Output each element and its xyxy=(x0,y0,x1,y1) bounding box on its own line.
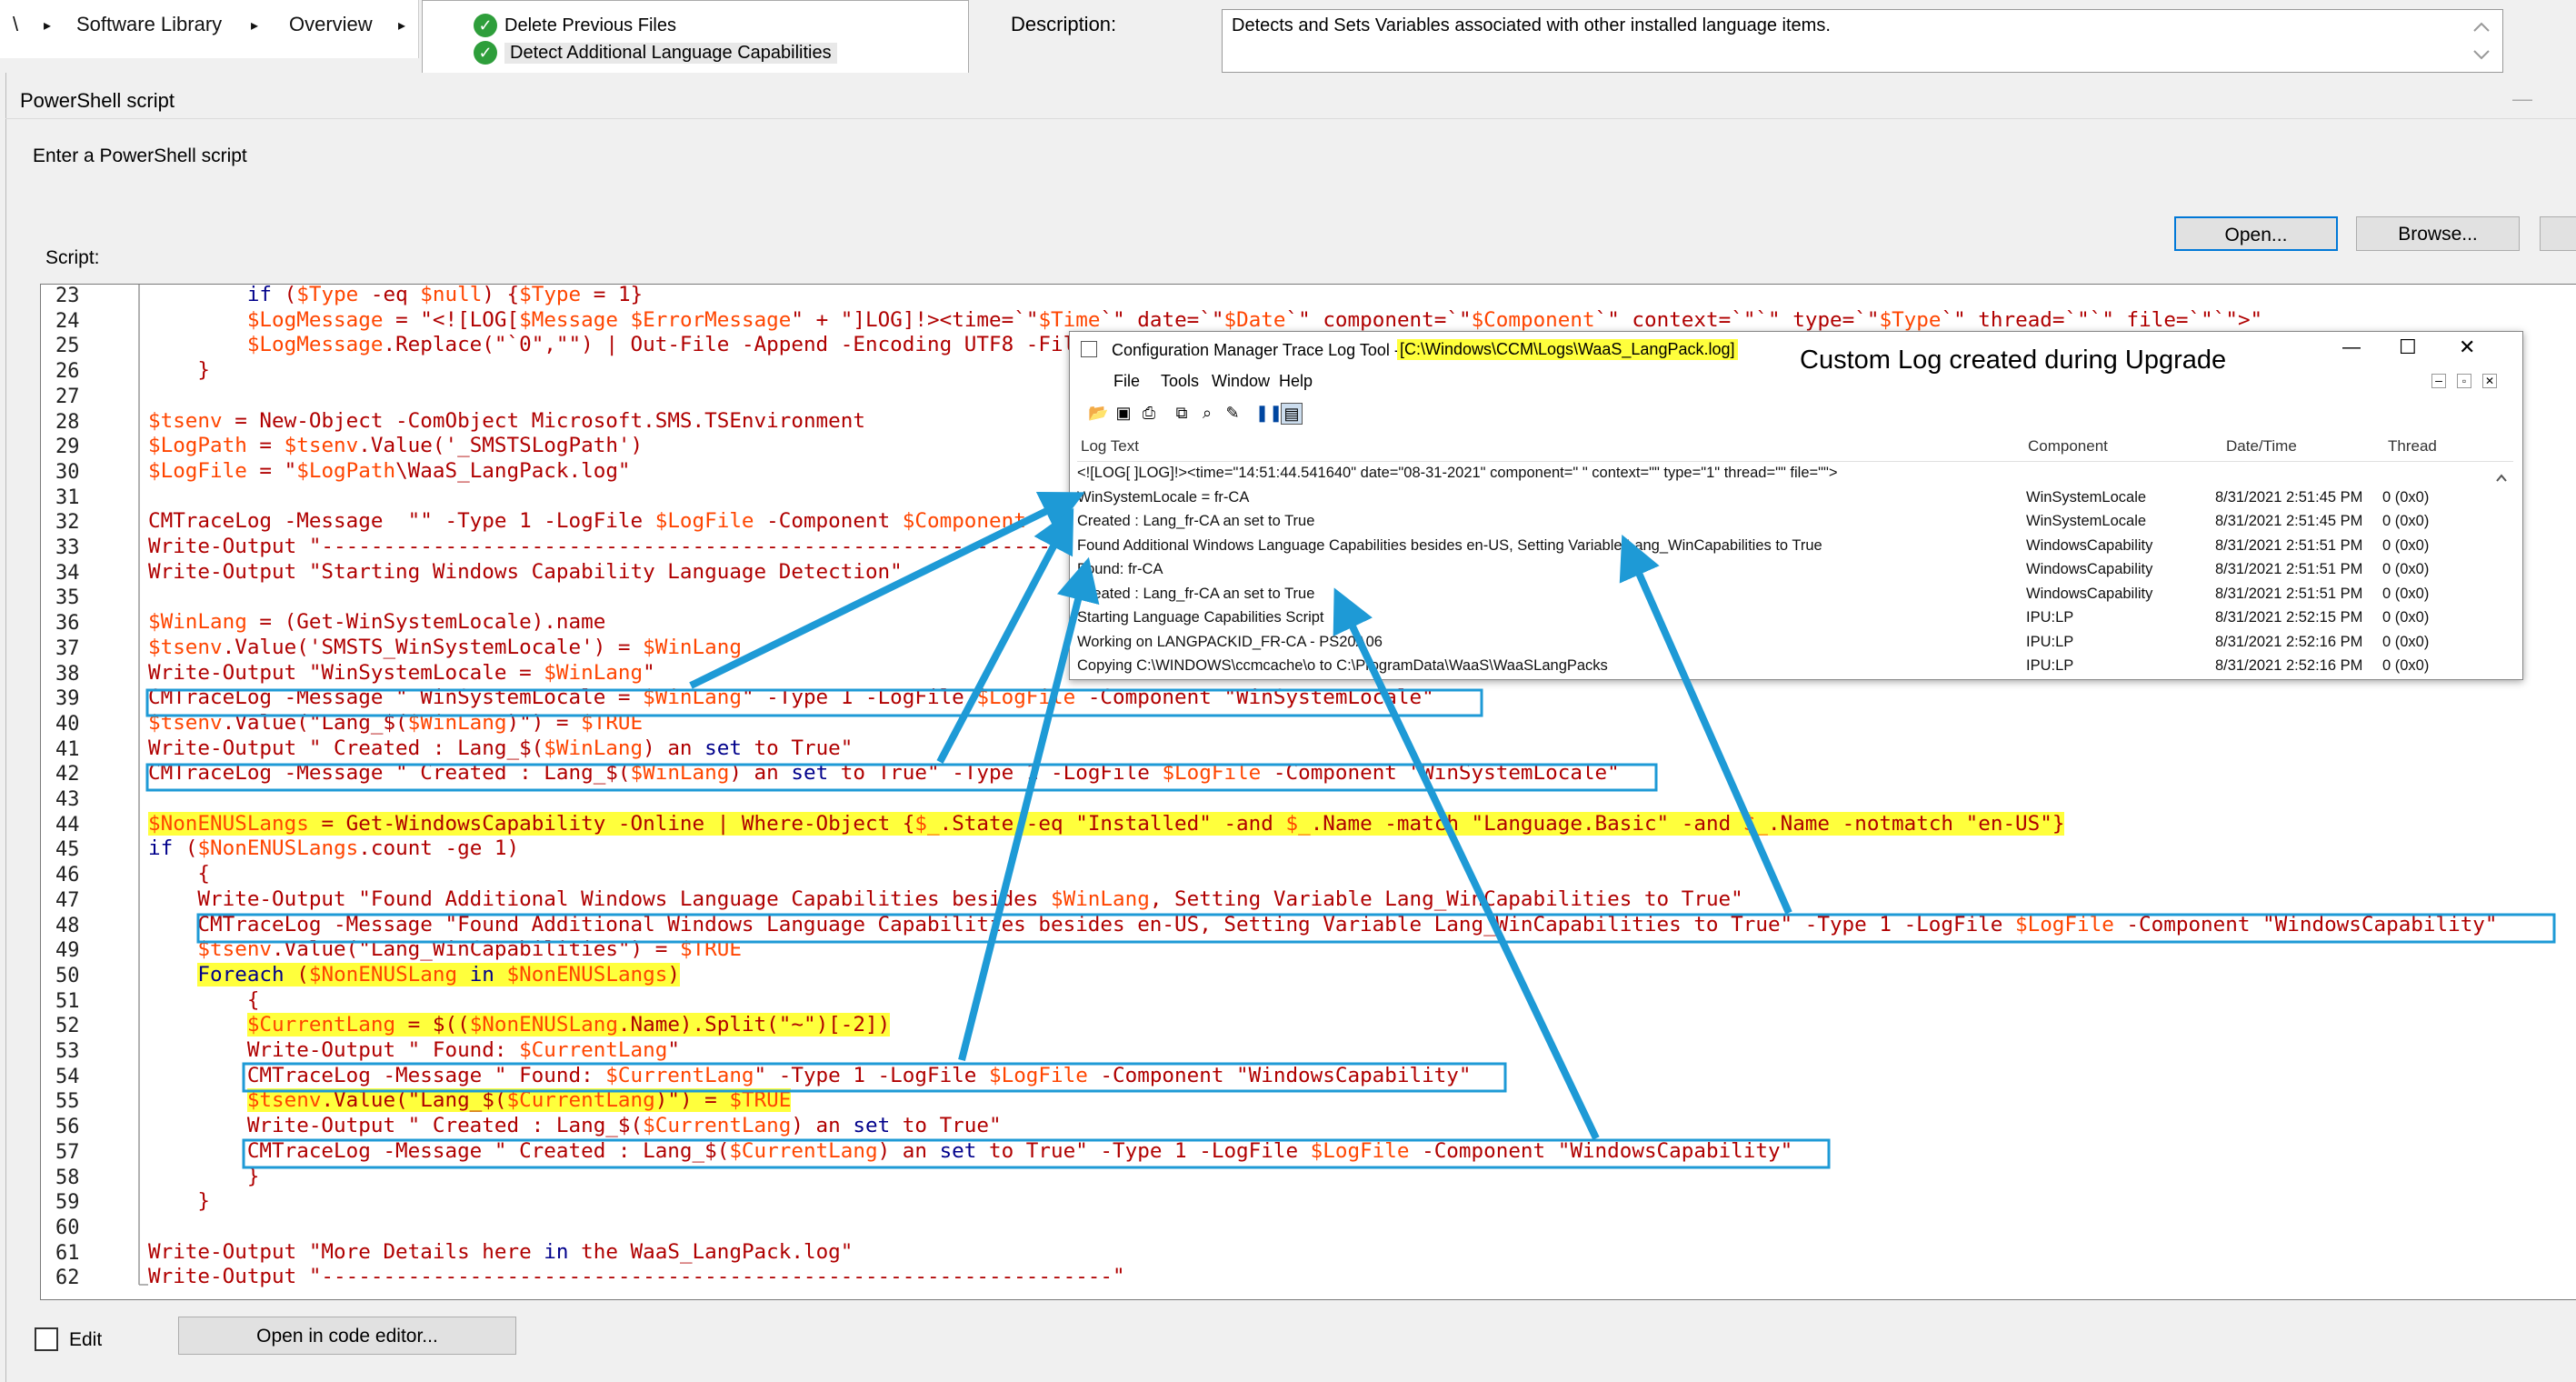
annotation-arrow xyxy=(958,556,1100,1061)
annotation-arrow xyxy=(689,492,1085,689)
annotation-overlay xyxy=(145,492,2556,1169)
annotation-box xyxy=(242,1138,1831,1169)
annotation-arrow xyxy=(1333,587,1600,1140)
annotation-arrow xyxy=(1619,535,1792,915)
annotation-box xyxy=(242,1062,1507,1093)
annotation-box xyxy=(196,913,2556,944)
annotation-box xyxy=(145,688,1483,717)
